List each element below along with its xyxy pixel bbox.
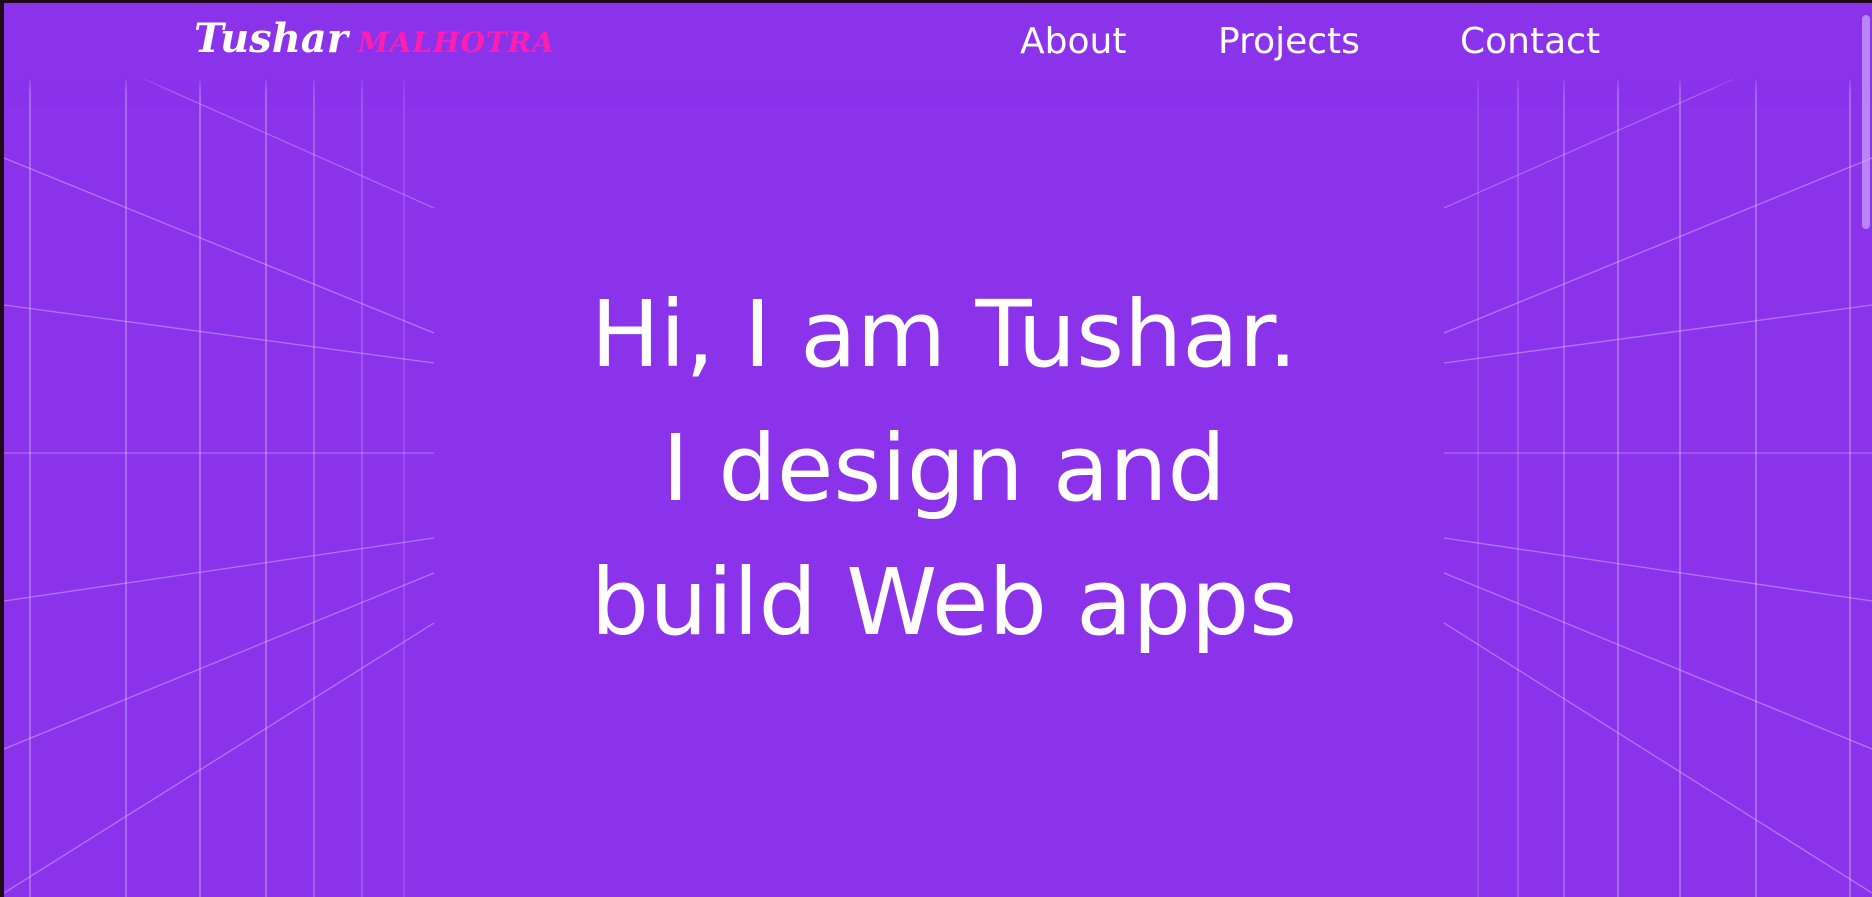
page-viewport: Tushar MALHOTRA About Projects Contact H… bbox=[0, 0, 1872, 897]
logo-first-name: Tushar bbox=[194, 15, 348, 62]
page-scrollbar[interactable] bbox=[1858, 3, 1872, 897]
hero-heading: Hi, I am Tushar. I design and build Web … bbox=[404, 268, 1484, 670]
top-navbar: Tushar MALHOTRA About Projects Contact bbox=[4, 3, 1872, 79]
nav-link-projects[interactable]: Projects bbox=[1218, 21, 1360, 62]
hero-line-design: I design and bbox=[662, 415, 1226, 522]
nav-link-about[interactable]: About bbox=[1020, 21, 1126, 62]
nav-link-contact[interactable]: Contact bbox=[1460, 21, 1600, 62]
logo-last-name: MALHOTRA bbox=[357, 26, 555, 59]
site-logo[interactable]: Tushar MALHOTRA bbox=[194, 15, 555, 67]
hero-line-greeting: Hi, I am Tushar. bbox=[590, 281, 1298, 388]
hero-line-build: build Web apps bbox=[590, 549, 1298, 656]
scrollbar-thumb[interactable] bbox=[1862, 15, 1870, 229]
